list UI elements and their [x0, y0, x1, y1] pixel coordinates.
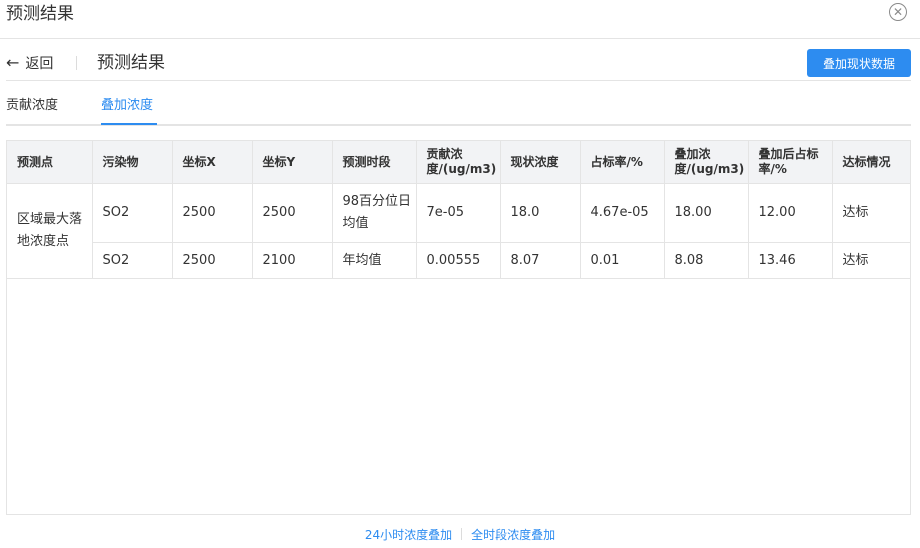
add-current-data-button[interactable]: 叠加现状数据 — [807, 49, 911, 77]
table-row: SO2 2500 2100 年均值 0.00555 8.07 0.01 8.08… — [7, 242, 910, 279]
table-cell: 12.00 — [748, 183, 833, 243]
column-header: 达标情况 — [832, 141, 910, 184]
table-cell: 18.00 — [664, 183, 749, 243]
table-cell: SO2 — [92, 242, 173, 279]
arrow-left-icon: ← — [6, 53, 20, 72]
table-cell: 年均值 — [332, 242, 417, 279]
column-header: 叠加后占标率/% — [748, 141, 833, 184]
close-icon[interactable]: ✕ — [889, 3, 907, 21]
page-title: 预测结果 — [97, 53, 165, 73]
table-cell: 98百分位日均值 — [332, 183, 417, 243]
table-cell: SO2 — [92, 183, 173, 243]
active-tab-indicator — [101, 123, 157, 125]
table-cell: 2500 — [252, 183, 333, 243]
column-header: 贡献浓度/(ug/m3) — [416, 141, 501, 184]
table-cell: 4.67e-05 — [580, 183, 665, 243]
table-cell: 2500 — [172, 242, 253, 279]
back-label: 返回 — [25, 56, 54, 72]
column-header: 叠加浓度/(ug/m3) — [664, 141, 749, 184]
status-cell: 达标 — [832, 242, 910, 279]
column-header: 预测时段 — [332, 141, 417, 184]
results-table: 预测点 污染物 坐标X 坐标Y 预测时段 贡献浓度/(ug/m3) 现状浓度 占… — [6, 140, 911, 515]
tab-overlay[interactable]: 叠加浓度 — [101, 96, 153, 116]
table-cell: 2500 — [172, 183, 253, 243]
column-header: 占标率/% — [580, 141, 665, 184]
column-header: 坐标Y — [252, 141, 333, 184]
table-cell: 0.01 — [580, 242, 665, 279]
table-header-row: 预测点 污染物 坐标X 坐标Y 预测时段 贡献浓度/(ug/m3) 现状浓度 占… — [7, 141, 910, 184]
column-header: 现状浓度 — [500, 141, 581, 184]
status-cell: 达标 — [832, 183, 910, 243]
column-header: 坐标X — [172, 141, 253, 184]
link-24h-overlay[interactable]: 24小时浓度叠加 — [365, 526, 452, 543]
divider — [0, 38, 920, 39]
back-button[interactable]: ← 返回 — [6, 52, 53, 74]
column-header: 污染物 — [92, 141, 173, 184]
tab-contribution[interactable]: 贡献浓度 — [6, 96, 58, 116]
table-row: 区域最大落地浓度点 SO2 2500 2500 98百分位日均值 7e-05 1… — [7, 183, 910, 279]
table-cell: 2100 — [252, 242, 333, 279]
divider — [76, 56, 77, 70]
divider — [6, 80, 911, 81]
modal-title: 预测结果 — [6, 4, 74, 24]
table-cell: 13.46 — [748, 242, 833, 279]
table-cell: 0.00555 — [416, 242, 501, 279]
divider — [461, 528, 463, 540]
table-cell: 8.07 — [500, 242, 581, 279]
column-header: 预测点 — [7, 141, 93, 184]
table-cell: 8.08 — [664, 242, 749, 279]
link-all-period-overlay[interactable]: 全时段浓度叠加 — [471, 526, 555, 543]
table-cell: 18.0 — [500, 183, 581, 243]
tab-bar: 贡献浓度 叠加浓度 — [6, 96, 911, 126]
prediction-point-cell: 区域最大落地浓度点 — [7, 183, 93, 279]
table-cell: 7e-05 — [416, 183, 501, 243]
footer-links: 24小时浓度叠加 全时段浓度叠加 — [0, 524, 920, 544]
